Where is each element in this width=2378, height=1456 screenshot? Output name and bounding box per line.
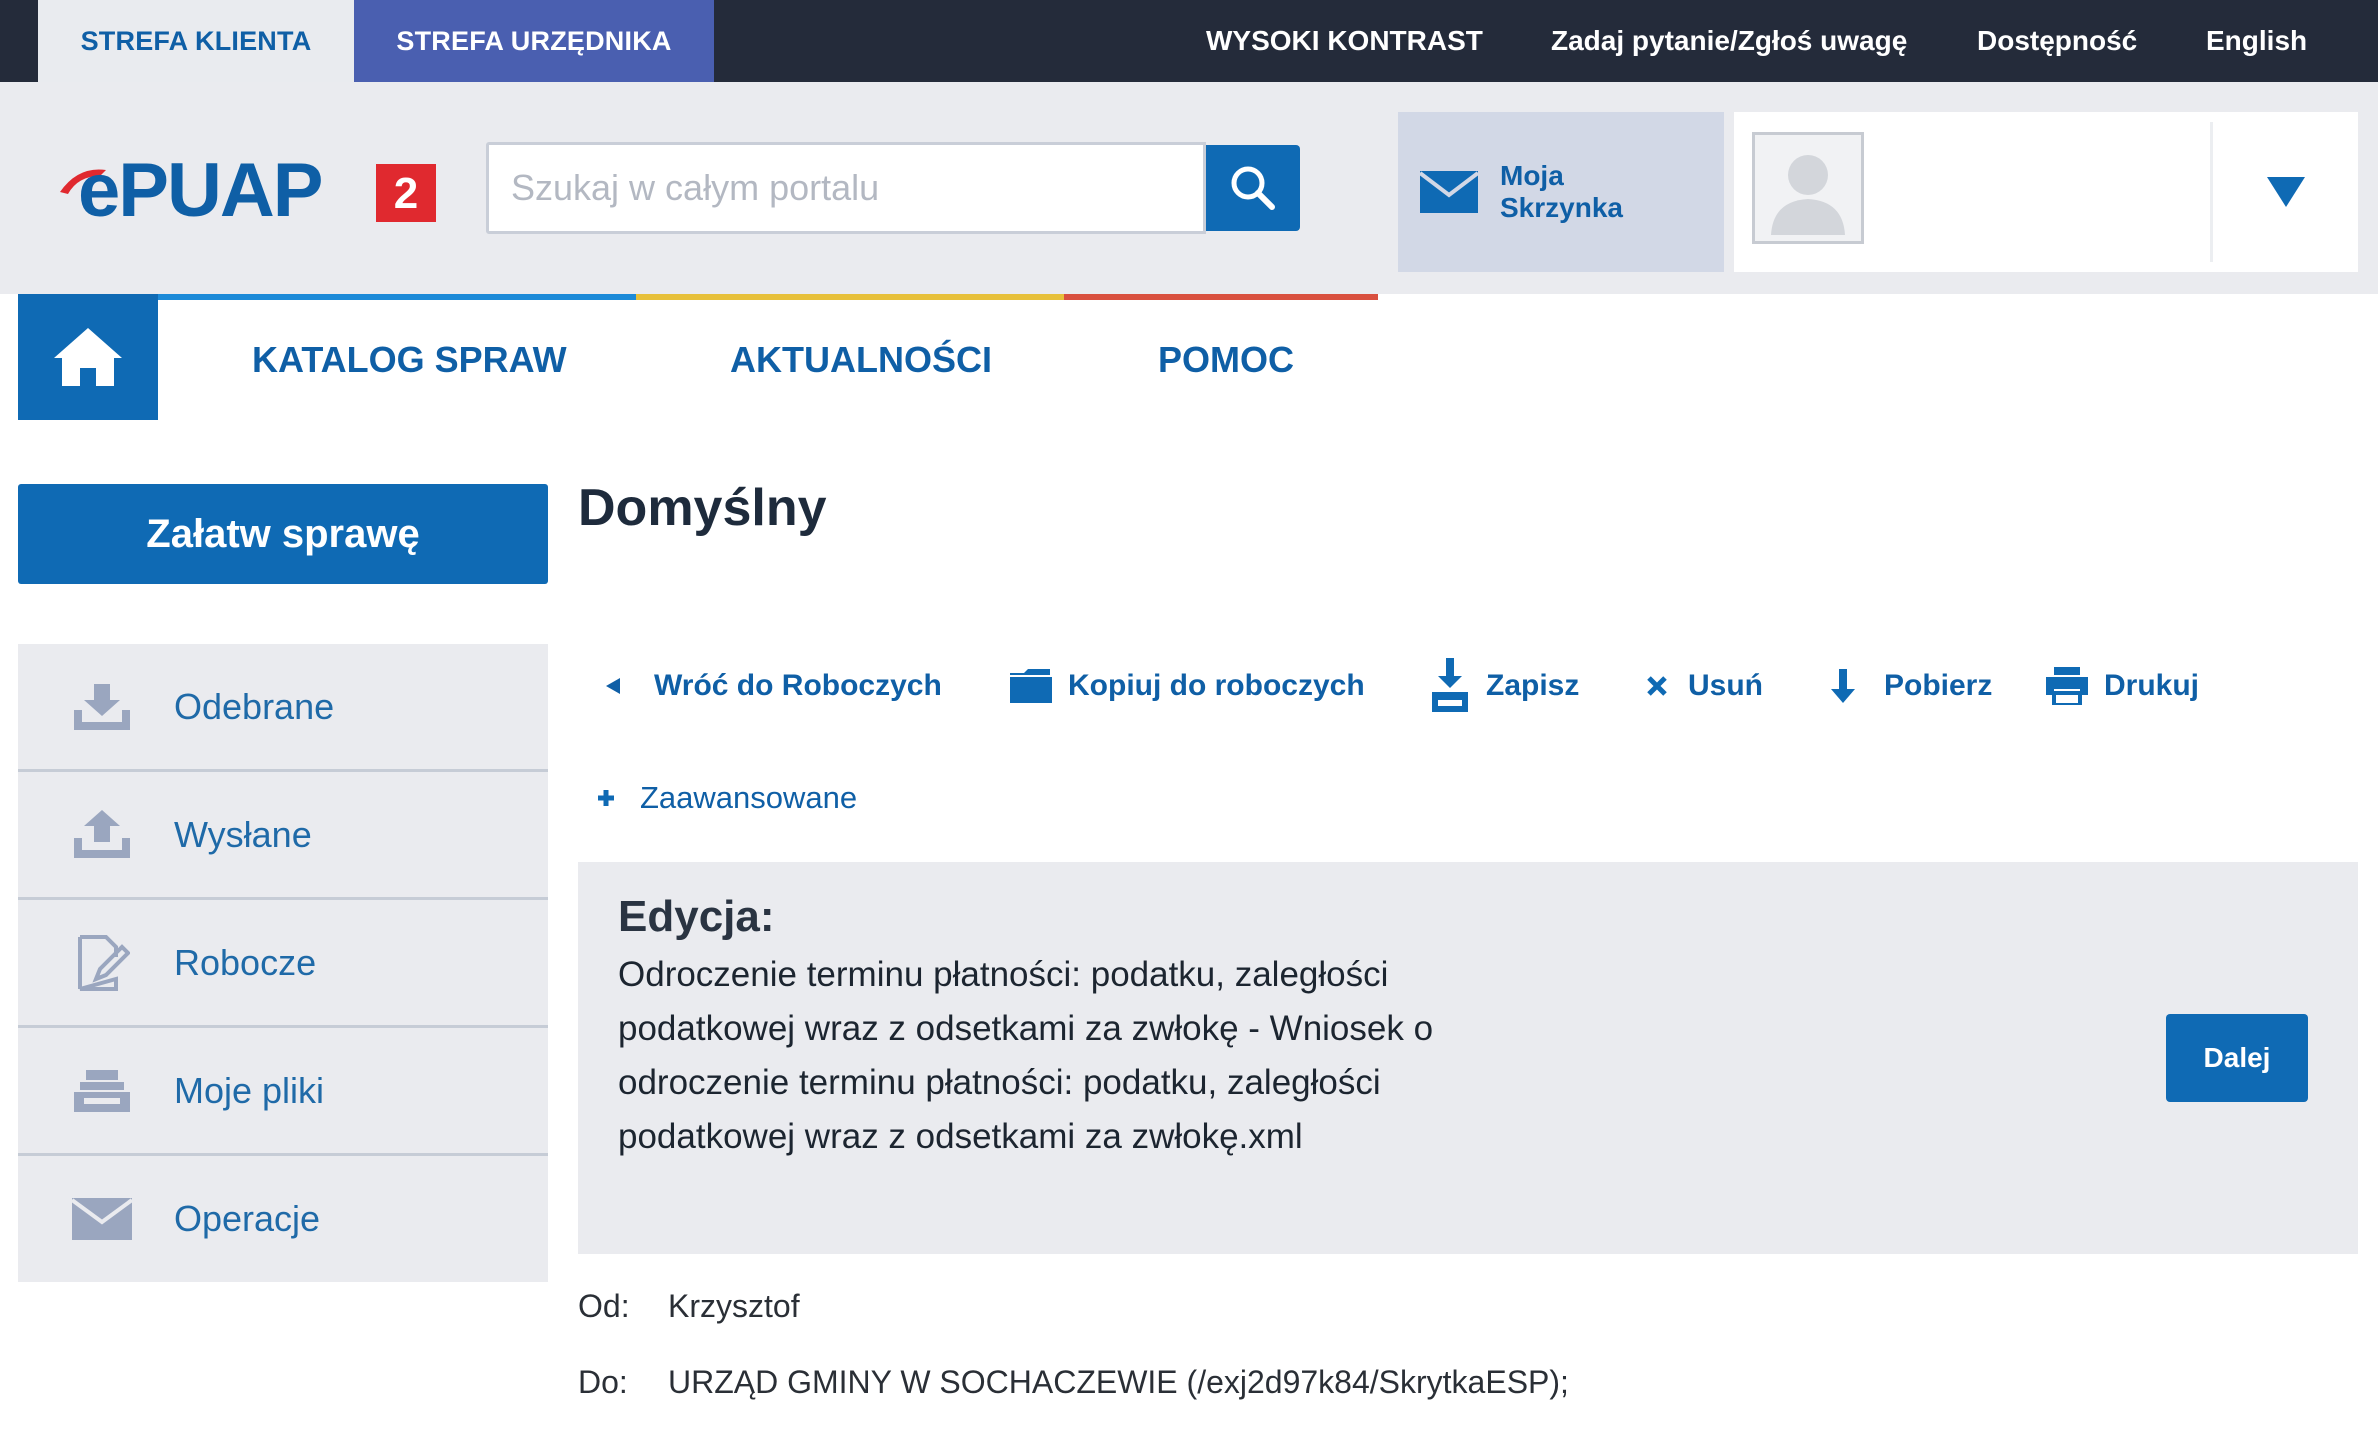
sidebar-item-moje-pliki[interactable]: Moje pliki bbox=[18, 1028, 548, 1156]
download-button[interactable]: Pobierz bbox=[1830, 658, 1992, 714]
envelope-icon bbox=[1420, 171, 1478, 213]
user-menu-dropdown[interactable] bbox=[2214, 112, 2358, 272]
print-button[interactable]: Drukuj bbox=[2046, 658, 2199, 714]
save-icon bbox=[1430, 658, 1470, 714]
accessibility-link[interactable]: Dostępność bbox=[1977, 0, 2137, 82]
edit-label: Edycja: bbox=[618, 892, 775, 941]
user-panel bbox=[1734, 112, 2358, 272]
plus-icon bbox=[596, 788, 616, 808]
outbox-upload-icon bbox=[70, 803, 134, 867]
advanced-label: Zaawansowane bbox=[640, 780, 858, 815]
copy-to-drafts-button[interactable]: Kopiuj do roboczych bbox=[1010, 658, 1365, 714]
user-silhouette-icon bbox=[1771, 155, 1845, 235]
delete-x-icon bbox=[1646, 675, 1668, 697]
draft-edit-icon bbox=[70, 931, 134, 995]
print-icon bbox=[2046, 667, 2088, 705]
back-arrow-icon bbox=[604, 676, 622, 696]
action-label: Wróć do Roboczych bbox=[654, 669, 942, 702]
save-button[interactable]: Zapisz bbox=[1430, 658, 1579, 714]
search-button[interactable] bbox=[1206, 145, 1300, 231]
sidebar-item-label: Moje pliki bbox=[174, 1069, 325, 1111]
handle-matter-button[interactable]: Załatw sprawę bbox=[18, 484, 548, 584]
action-label: Zapisz bbox=[1486, 669, 1580, 702]
edit-panel: Edycja: Odroczenie terminu płatności: po… bbox=[578, 862, 2358, 1254]
high-contrast-link[interactable]: WYSOKI KONTRAST bbox=[1206, 0, 1483, 82]
action-label: Pobierz bbox=[1884, 669, 1993, 702]
folder-icon bbox=[1010, 669, 1052, 703]
mailbox-label-line1: Moja bbox=[1500, 160, 1564, 191]
top-bar: STREFA KLIENTA STREFA URZĘDNIKA WYSOKI K… bbox=[0, 0, 2378, 82]
sidebar-menu: Odebrane Wysłane Robocze Moje pliki Oper… bbox=[18, 644, 548, 1282]
home-button[interactable] bbox=[18, 294, 158, 420]
page-title: Domyślny bbox=[578, 479, 827, 537]
sidebar-item-odebrane[interactable]: Odebrane bbox=[18, 644, 548, 772]
to-row: Do: URZĄD GMINY W SOCHACZEWIE (/exj2d97k8… bbox=[578, 1364, 1569, 1401]
ask-question-link[interactable]: Zadaj pytanie/Zgłoś uwagę bbox=[1551, 0, 1907, 82]
sidebar-item-robocze[interactable]: Robocze bbox=[18, 900, 548, 1028]
advanced-toggle[interactable]: Zaawansowane bbox=[596, 770, 857, 826]
action-label: Kopiuj do roboczych bbox=[1068, 669, 1365, 702]
from-value: Krzysztof bbox=[668, 1288, 800, 1324]
epuap-logo[interactable]: ePUAP 2 bbox=[58, 154, 438, 224]
home-icon bbox=[52, 326, 124, 388]
search-icon bbox=[1228, 163, 1278, 213]
language-link[interactable]: English bbox=[2206, 0, 2307, 82]
sidebar-item-label: Robocze bbox=[174, 941, 317, 983]
action-label: Usuń bbox=[1688, 669, 1763, 702]
to-value: URZĄD GMINY W SOCHACZEWIE (/exj2d97k84/S… bbox=[668, 1364, 1569, 1400]
delete-button[interactable]: Usuń bbox=[1646, 658, 1763, 714]
sidebar-item-label: Odebrane bbox=[174, 685, 335, 727]
from-row: Od: Krzysztof bbox=[578, 1288, 800, 1325]
mailbox-label-line2: Skrzynka bbox=[1500, 192, 1623, 223]
svg-text:2: 2 bbox=[394, 169, 418, 218]
sidebar-item-wyslane[interactable]: Wysłane bbox=[18, 772, 548, 900]
next-button[interactable]: Dalej bbox=[2166, 1014, 2308, 1102]
my-mailbox-button[interactable]: Moja Skrzynka bbox=[1398, 112, 1724, 272]
nav-aktualnosci[interactable]: AKTUALNOŚCI bbox=[730, 300, 992, 420]
sidebar-item-label: Operacje bbox=[174, 1198, 321, 1239]
nav-katalog-spraw[interactable]: KATALOG SPRAW bbox=[252, 300, 567, 420]
user-panel-divider bbox=[2210, 122, 2213, 262]
header: ePUAP 2 Moja Skrzynka bbox=[0, 82, 2378, 294]
to-label: Do: bbox=[578, 1364, 628, 1400]
envelope-icon bbox=[70, 1187, 134, 1251]
edit-document-name: Odroczenie terminu płatności: podatku, z… bbox=[618, 955, 1434, 1156]
chevron-down-icon bbox=[2267, 177, 2305, 207]
sidebar-item-label: Wysłane bbox=[174, 813, 312, 855]
tab-client-zone[interactable]: STREFA KLIENTA bbox=[38, 0, 354, 82]
inbox-download-icon bbox=[70, 675, 134, 739]
tab-clerk-zone[interactable]: STREFA URZĘDNIKA bbox=[354, 0, 714, 82]
search-input[interactable] bbox=[486, 142, 1206, 234]
sidebar-item-operacje[interactable]: Operacje bbox=[18, 1156, 548, 1282]
nav-pomoc[interactable]: POMOC bbox=[1158, 300, 1294, 420]
download-arrow-icon bbox=[1830, 669, 1856, 703]
files-tray-icon bbox=[70, 1059, 134, 1123]
back-to-drafts-button[interactable]: Wróć do Roboczych bbox=[604, 658, 942, 714]
svg-text:ePUAP: ePUAP bbox=[78, 154, 322, 224]
avatar[interactable] bbox=[1752, 132, 1864, 244]
action-label: Drukuj bbox=[2104, 669, 2200, 702]
from-label: Od: bbox=[578, 1288, 630, 1324]
